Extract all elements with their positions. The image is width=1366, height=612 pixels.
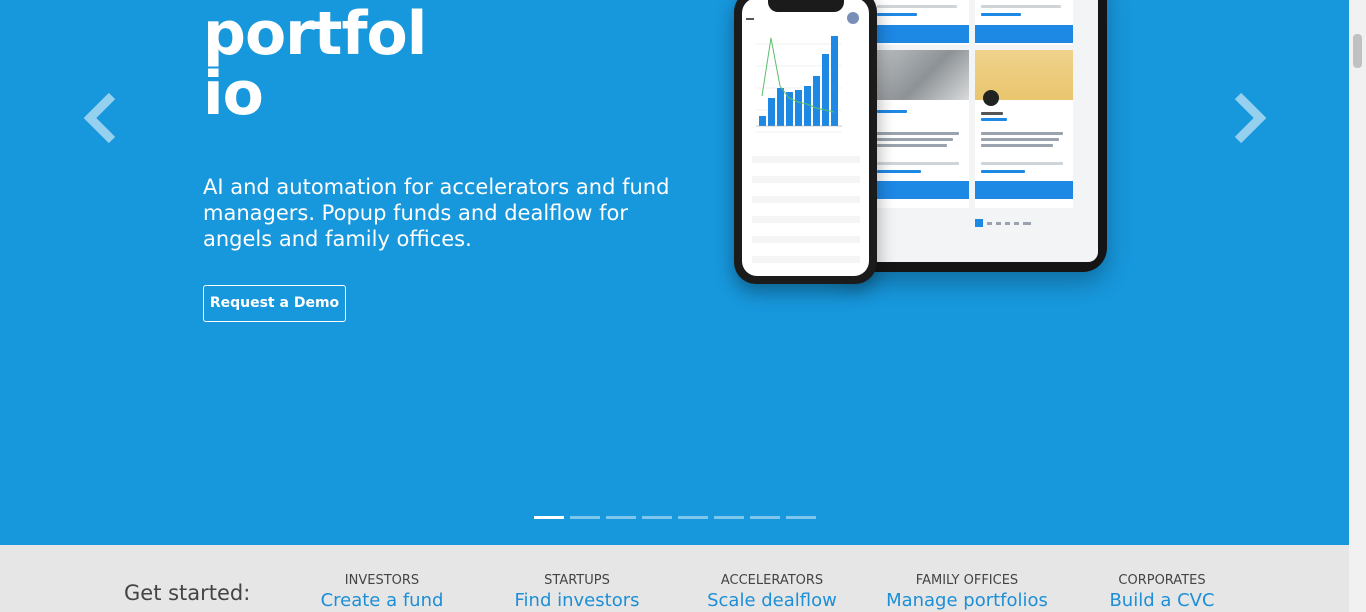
scale-dealflow-link[interactable]: Scale dealflow [682, 588, 862, 612]
view-profile-button[interactable] [975, 181, 1073, 199]
carousel-dot[interactable] [750, 516, 780, 519]
startup-card [975, 50, 1073, 208]
page-scrollbar[interactable] [1349, 0, 1366, 612]
phone-mockup [734, 0, 877, 284]
get-started-band: Get started: INVESTORS Create a fund STA… [0, 545, 1349, 612]
headline-line: portfol [203, 0, 427, 69]
startup-card [871, 50, 969, 208]
category-title: ACCELERATORS [720, 573, 824, 588]
request-demo-button[interactable]: Request a Demo [203, 285, 346, 322]
mockup-pagination [975, 218, 1073, 228]
carousel-dot[interactable] [534, 516, 564, 519]
startup-image [871, 50, 969, 100]
headline-line: io [203, 59, 264, 129]
category-startups: STARTUPS Find investors [487, 573, 667, 612]
carousel-indicators [534, 516, 816, 519]
view-profile-button[interactable] [871, 25, 969, 43]
category-title: STARTUPS [544, 573, 610, 588]
carousel-dot[interactable] [786, 516, 816, 519]
manage-portfolios-link[interactable]: Manage portfolios [877, 588, 1057, 612]
get-started-label: Get started: [124, 581, 251, 605]
carousel-dot[interactable] [606, 516, 636, 519]
startup-card [871, 0, 969, 45]
phone-notch [768, 0, 844, 12]
carousel-dot[interactable] [570, 516, 600, 519]
carousel-dot[interactable] [642, 516, 672, 519]
category-accelerators: ACCELERATORS Scale dealflow [682, 573, 862, 612]
category-investors: INVESTORS Create a fund [292, 573, 472, 612]
view-profile-button[interactable] [975, 25, 1073, 43]
carousel-prev-button[interactable] [82, 92, 122, 144]
startup-logo [983, 90, 999, 106]
page: better portfol io AI and automation for … [0, 0, 1366, 612]
hero-carousel: better portfol io AI and automation for … [0, 0, 1349, 545]
view-profile-button[interactable] [871, 181, 969, 199]
phone-screen [742, 0, 869, 276]
find-investors-link[interactable]: Find investors [487, 588, 667, 612]
category-corporates: CORPORATES Build a CVC [1072, 573, 1252, 612]
category-family-offices: FAMILY OFFICES Manage portfolios [877, 573, 1057, 612]
chevron-right-icon [1234, 92, 1267, 144]
category-title: CORPORATES [1118, 573, 1206, 588]
build-cvc-link[interactable]: Build a CVC [1072, 588, 1252, 612]
hero-headline: better portfol io [203, 0, 427, 129]
create-fund-link[interactable]: Create a fund [292, 588, 472, 612]
carousel-dot[interactable] [714, 516, 744, 519]
carousel-next-button[interactable] [1228, 92, 1268, 144]
category-title: INVESTORS [344, 573, 420, 588]
category-title: FAMILY OFFICES [915, 573, 1019, 588]
phone-chart-illustration [742, 12, 869, 263]
startup-card [975, 0, 1073, 45]
chevron-left-icon [83, 92, 116, 144]
carousel-dot[interactable] [678, 516, 708, 519]
hero-subtitle: AI and automation for accelerators and f… [203, 175, 670, 251]
tablet-screen [844, 0, 1098, 262]
scrollbar-thumb[interactable] [1353, 34, 1362, 68]
